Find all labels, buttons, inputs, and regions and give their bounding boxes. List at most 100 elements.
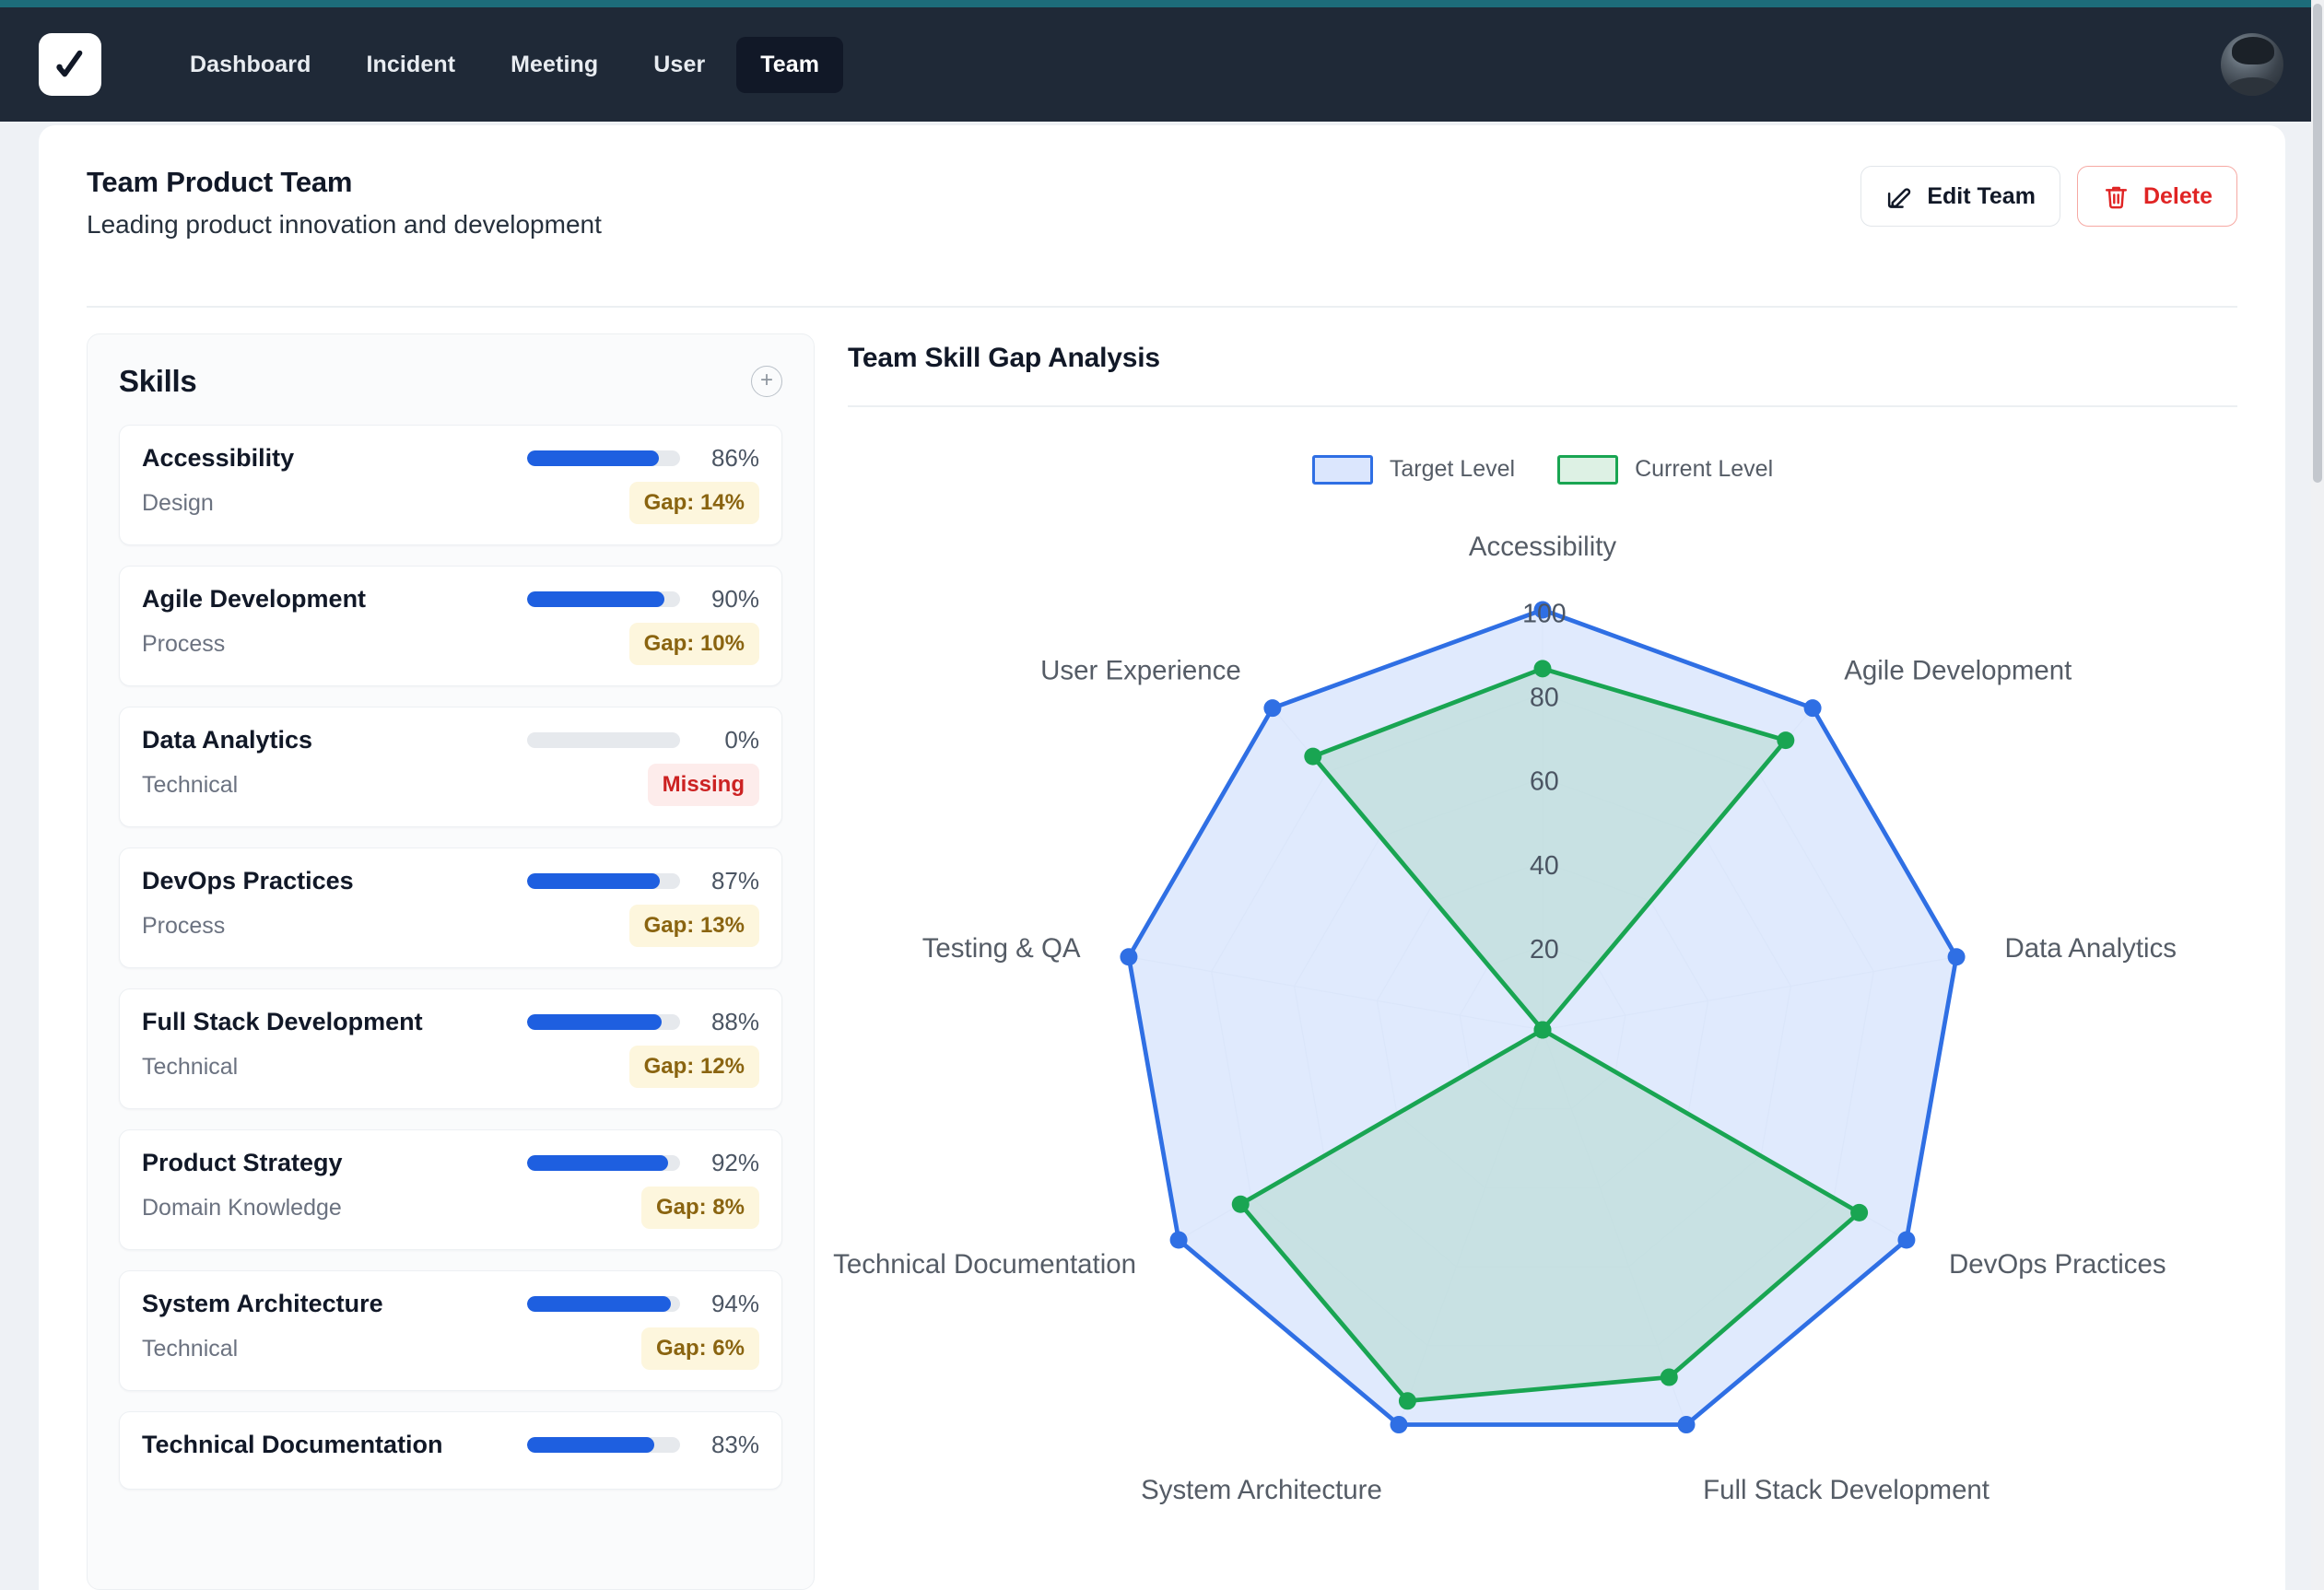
radar-point-target bbox=[1897, 1231, 1916, 1249]
edit-team-label: Edit Team bbox=[1927, 182, 2036, 209]
skill-row-secondary: Domain Knowledge Gap: 8% bbox=[142, 1187, 759, 1229]
radar-tick-label: 60 bbox=[1530, 767, 1559, 797]
skill-name: Product Strategy bbox=[142, 1149, 343, 1176]
radar-point-current bbox=[1398, 1392, 1416, 1410]
skill-meter: 0% bbox=[527, 726, 759, 754]
trash-icon bbox=[2105, 186, 2128, 208]
legend-item-current[interactable]: Current Level bbox=[1557, 454, 1774, 485]
skill-meter: 88% bbox=[527, 1008, 759, 1036]
skill-meter: 86% bbox=[527, 444, 759, 473]
skill-meter: 90% bbox=[527, 585, 759, 614]
radar-tick-label: 40 bbox=[1530, 851, 1559, 881]
skill-name: Agile Development bbox=[142, 585, 367, 613]
avatar-hair bbox=[2232, 37, 2274, 64]
skill-badge: Gap: 12% bbox=[628, 1046, 759, 1088]
skill-card[interactable]: DevOps Practices 87% Process Gap: 13% bbox=[119, 848, 782, 968]
skill-card[interactable]: Product Strategy 92% Domain Knowledge Gap: … bbox=[119, 1129, 782, 1250]
delete-team-button[interactable]: Delete bbox=[2076, 166, 2237, 227]
edit-team-button[interactable]: Edit Team bbox=[1860, 166, 2060, 227]
app-logo[interactable] bbox=[39, 33, 101, 96]
skill-row-primary: System Architecture 94% bbox=[142, 1290, 759, 1318]
radar-category-label: Testing & QA bbox=[922, 933, 1081, 964]
skill-row-secondary: Process Gap: 13% bbox=[142, 905, 759, 947]
skills-panel: Skills + Accessibility 86% Design Gap: 14% A… bbox=[87, 333, 815, 1590]
radar-point-current bbox=[1533, 660, 1552, 678]
nav-link-user[interactable]: User bbox=[629, 37, 729, 93]
skill-badge: Gap: 13% bbox=[628, 905, 759, 947]
header-actions: Edit Team Delete bbox=[1860, 166, 2237, 227]
skill-badge: Missing bbox=[647, 764, 759, 806]
skill-meter: 83% bbox=[527, 1431, 759, 1459]
nav-link-meeting[interactable]: Meeting bbox=[487, 37, 622, 93]
skill-row-primary: Product Strategy 92% bbox=[142, 1149, 759, 1177]
page-scrollbar-track[interactable] bbox=[2311, 0, 2324, 1590]
header-divider bbox=[87, 306, 2237, 308]
skill-progress-bar bbox=[527, 591, 680, 607]
skill-row-secondary: Technical Gap: 6% bbox=[142, 1327, 759, 1370]
radar-point-current bbox=[1304, 747, 1322, 766]
skill-badge: Gap: 6% bbox=[640, 1327, 759, 1370]
radar-point-target bbox=[1803, 699, 1822, 718]
skill-card[interactable]: System Architecture 94% Technical Gap: 6% bbox=[119, 1270, 782, 1391]
radar-tick-label: 100 bbox=[1522, 599, 1567, 628]
skill-badge: Gap: 14% bbox=[628, 482, 759, 524]
skill-percent: 94% bbox=[710, 1290, 759, 1317]
skill-card[interactable]: Full Stack Development 88% Technical Gap: 1… bbox=[119, 988, 782, 1109]
nav-link-team[interactable]: Team bbox=[736, 36, 844, 93]
skill-progress-bar bbox=[527, 450, 680, 466]
chart-title: Team Skill Gap Analysis bbox=[848, 343, 1160, 373]
skill-progress-bar bbox=[527, 1437, 680, 1453]
skill-row-primary: Data Analytics 0% bbox=[142, 726, 759, 754]
skill-percent: 83% bbox=[710, 1431, 759, 1458]
skill-row-secondary: Technical Gap: 12% bbox=[142, 1046, 759, 1088]
skills-title: Skills bbox=[119, 364, 197, 398]
user-avatar[interactable] bbox=[2221, 33, 2283, 96]
chart-legend: Target Level Current Level bbox=[848, 454, 2237, 485]
skill-row-primary: Agile Development 90% bbox=[142, 585, 759, 614]
skill-category: Design bbox=[142, 489, 214, 516]
skill-card[interactable]: Technical Documentation 83% bbox=[119, 1411, 782, 1490]
radar-category-label: System Architecture bbox=[1141, 1475, 1382, 1505]
radar-point-target bbox=[1263, 699, 1282, 718]
skill-category: Technical bbox=[142, 1053, 239, 1080]
add-skill-button[interactable]: + bbox=[751, 366, 782, 397]
pencil-square-icon bbox=[1888, 187, 1911, 208]
skills-panel-header: Skills + bbox=[119, 364, 782, 399]
team-header: Team Product Team Leading product innova… bbox=[39, 125, 2285, 308]
legend-swatch-target-icon bbox=[1311, 454, 1373, 485]
skill-card[interactable]: Agile Development 90% Process Gap: 10% bbox=[119, 566, 782, 686]
skills-list: Accessibility 86% Design Gap: 14% Agile Deve… bbox=[119, 425, 782, 1490]
skill-row-primary: Technical Documentation 83% bbox=[142, 1431, 759, 1459]
radar-point-current bbox=[1777, 731, 1795, 750]
skill-percent: 86% bbox=[710, 444, 759, 472]
skill-card[interactable]: Accessibility 86% Design Gap: 14% bbox=[119, 425, 782, 545]
radar-category-label: Full Stack Development bbox=[1703, 1475, 1989, 1505]
legend-item-target[interactable]: Target Level bbox=[1311, 454, 1515, 485]
nav-link-incident[interactable]: Incident bbox=[342, 37, 479, 93]
radar-point-current bbox=[1660, 1368, 1678, 1386]
radar-category-label: User Experience bbox=[1040, 655, 1241, 685]
radar-point-current bbox=[1231, 1195, 1250, 1213]
radar-point-target bbox=[1120, 948, 1138, 966]
radar-category-label: DevOps Practices bbox=[1949, 1249, 2166, 1280]
skill-row-primary: DevOps Practices 87% bbox=[142, 867, 759, 895]
skill-card[interactable]: Data Analytics 0% Technical Missing bbox=[119, 707, 782, 827]
skill-meter: 92% bbox=[527, 1149, 759, 1177]
legend-label-current: Current Level bbox=[1635, 456, 1774, 482]
skill-name: Technical Documentation bbox=[142, 1431, 443, 1458]
page-scrollbar-thumb[interactable] bbox=[2313, 4, 2322, 483]
skill-progress-bar bbox=[527, 873, 680, 889]
skill-category: Technical bbox=[142, 771, 239, 798]
skill-name: Data Analytics bbox=[142, 726, 313, 754]
radar-category-label: Agile Development bbox=[1844, 655, 2072, 685]
skill-name: Full Stack Development bbox=[142, 1008, 423, 1035]
nav-link-dashboard[interactable]: Dashboard bbox=[166, 37, 335, 93]
radar-category-label: Accessibility bbox=[1469, 532, 1617, 562]
skill-meter: 87% bbox=[527, 867, 759, 895]
legend-swatch-current-icon bbox=[1557, 454, 1619, 485]
skill-row-primary: Accessibility 86% bbox=[142, 444, 759, 473]
nav-links: Dashboard Incident Meeting User Team bbox=[166, 36, 844, 93]
skill-progress-bar bbox=[527, 1155, 680, 1171]
skill-percent: 92% bbox=[710, 1149, 759, 1176]
top-accent-strip bbox=[0, 0, 2324, 7]
